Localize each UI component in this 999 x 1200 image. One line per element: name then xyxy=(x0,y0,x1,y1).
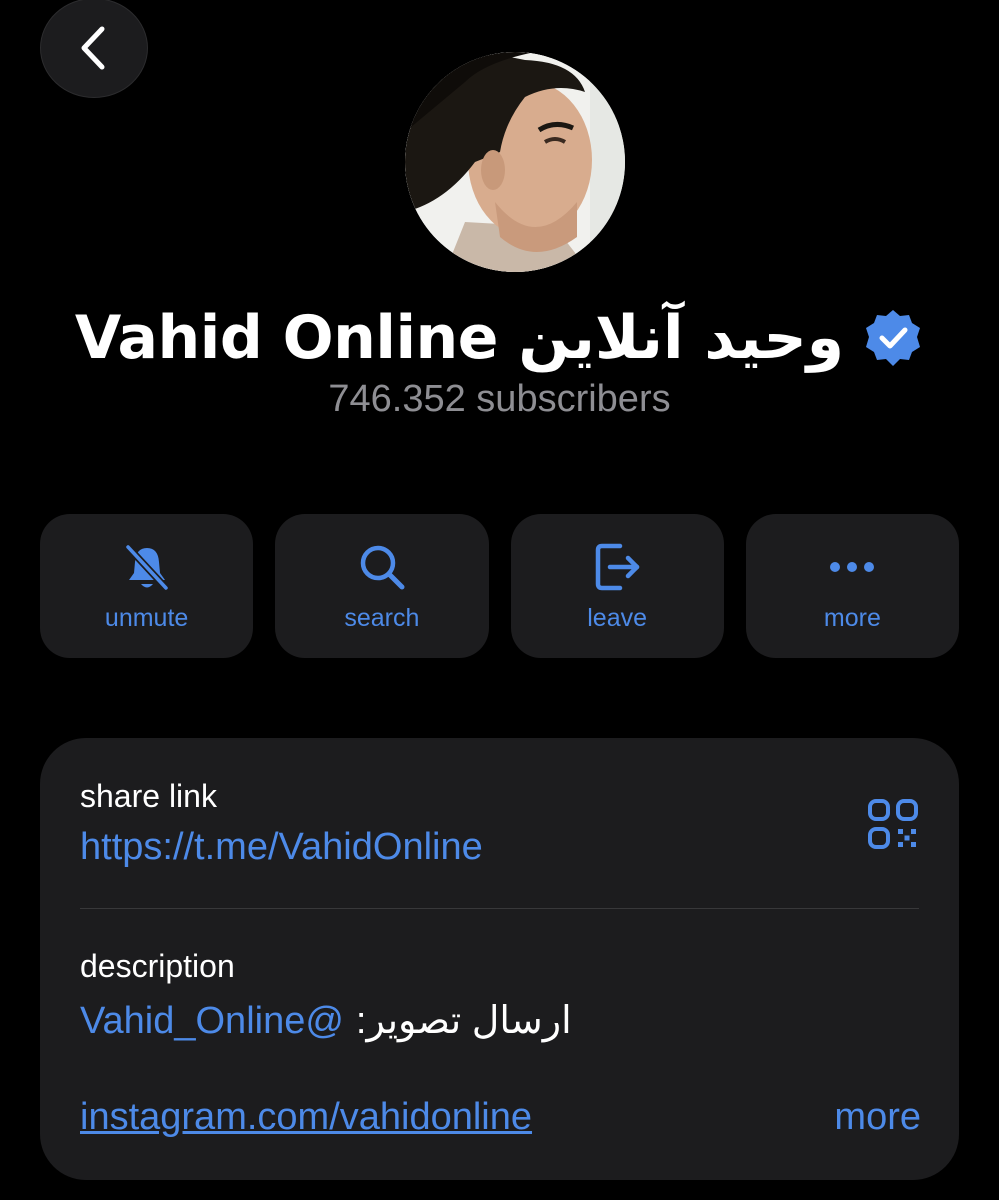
avatar-photo xyxy=(405,52,625,272)
description-more-link[interactable]: more xyxy=(834,1096,921,1139)
description-label: description xyxy=(80,948,235,984)
more-button[interactable]: more xyxy=(745,514,959,658)
description-handle-link[interactable]: Vahid_Online@ xyxy=(80,1000,344,1043)
unmute-button[interactable]: unmute xyxy=(40,514,254,658)
ellipsis-icon xyxy=(825,540,879,594)
back-button[interactable] xyxy=(40,0,148,98)
description-text: ارسال تصویر: xyxy=(355,1000,572,1042)
bell-slash-icon xyxy=(120,540,174,594)
verified-badge-icon xyxy=(862,307,924,369)
instagram-link[interactable]: instagram.com/vahidonline xyxy=(80,1096,532,1139)
chevron-left-icon xyxy=(81,26,105,70)
info-divider xyxy=(80,908,919,909)
leave-button[interactable]: leave xyxy=(510,514,724,658)
share-link-url[interactable]: https://t.me/VahidOnline xyxy=(80,826,483,869)
description-line: Vahid_Online@ ارسال تصویر: xyxy=(80,998,572,1043)
search-button[interactable]: search xyxy=(275,514,489,658)
action-bar: unmute search leave more xyxy=(40,514,959,658)
qr-code-icon[interactable] xyxy=(867,798,919,850)
share-link-label: share link xyxy=(80,778,217,814)
leave-label: leave xyxy=(587,603,647,632)
channel-title-row: Vahid Online وحید آنلاین xyxy=(0,296,999,380)
more-label: more xyxy=(823,603,881,632)
leave-icon xyxy=(590,540,644,594)
subscriber-count: 746.352 subscribers xyxy=(328,378,671,420)
search-icon xyxy=(355,540,409,594)
search-label: search xyxy=(344,603,420,632)
channel-info-card: share link https://t.me/VahidOnline desc… xyxy=(40,738,959,1180)
channel-title: Vahid Online وحید آنلاین xyxy=(74,303,845,373)
unmute-label: unmute xyxy=(104,603,189,632)
channel-avatar[interactable] xyxy=(405,52,625,272)
